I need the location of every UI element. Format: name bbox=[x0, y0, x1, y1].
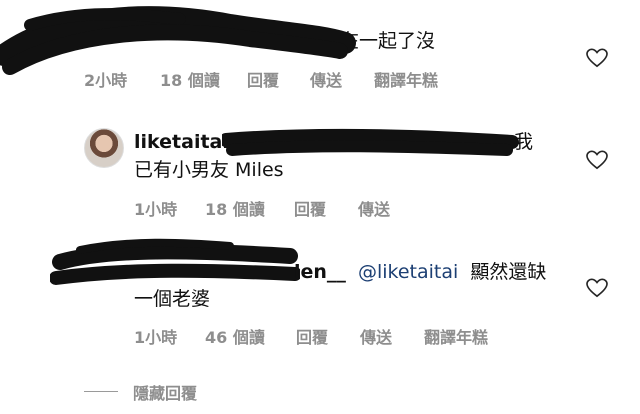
comment-2-reads[interactable]: 18 個讀 bbox=[205, 196, 265, 220]
heart-icon[interactable] bbox=[586, 278, 608, 298]
comment-1-translate-button[interactable]: 翻譯年糕 bbox=[374, 67, 438, 91]
comment-3-send-button[interactable]: 傳送 bbox=[360, 324, 392, 348]
comment-3-line1: len__ @liketaitai 顯然還缺 bbox=[294, 257, 546, 287]
mention-link[interactable]: @liketaitai bbox=[358, 261, 458, 283]
comment-2-line1: liketaitai bbox=[134, 127, 229, 157]
comment-1-reply-button[interactable]: 回覆 bbox=[247, 67, 279, 91]
comment-2-time: 1小時 bbox=[134, 200, 178, 219]
comment-3-translate-button[interactable]: 翻譯年糕 bbox=[424, 324, 488, 348]
comment-2-line2: 已有小男友 Miles bbox=[134, 159, 284, 181]
comment-2-username[interactable]: liketaitai bbox=[134, 131, 229, 153]
comment-3-reply-button[interactable]: 回覆 bbox=[296, 324, 328, 348]
comment-2-send-button[interactable]: 傳送 bbox=[358, 196, 390, 220]
comment-1-text: 在一起了沒 bbox=[340, 30, 436, 52]
heart-icon[interactable] bbox=[586, 48, 608, 68]
heart-icon[interactable] bbox=[586, 150, 608, 170]
comment-3-time: 1小時 bbox=[134, 328, 178, 347]
comment-2-reply-button[interactable]: 回覆 bbox=[294, 196, 326, 220]
comment-3-line2: 一個老婆 bbox=[134, 288, 211, 310]
comment-3-text: 顯然還缺 bbox=[470, 261, 547, 283]
avatar[interactable] bbox=[84, 128, 124, 168]
hide-replies-divider bbox=[84, 391, 118, 392]
comment-1-time: 2小時 bbox=[84, 71, 128, 90]
comment-3-reads[interactable]: 46 個讀 bbox=[205, 324, 265, 348]
hide-replies-button[interactable]: 隱藏回覆 bbox=[133, 380, 197, 404]
comment-1-send-button[interactable]: 傳送 bbox=[310, 67, 342, 91]
comment-1-reads[interactable]: 18 個讀 bbox=[160, 67, 220, 91]
comment-2-line1-end: 我 bbox=[514, 131, 534, 153]
comment-3-username[interactable]: len__ bbox=[294, 261, 346, 283]
